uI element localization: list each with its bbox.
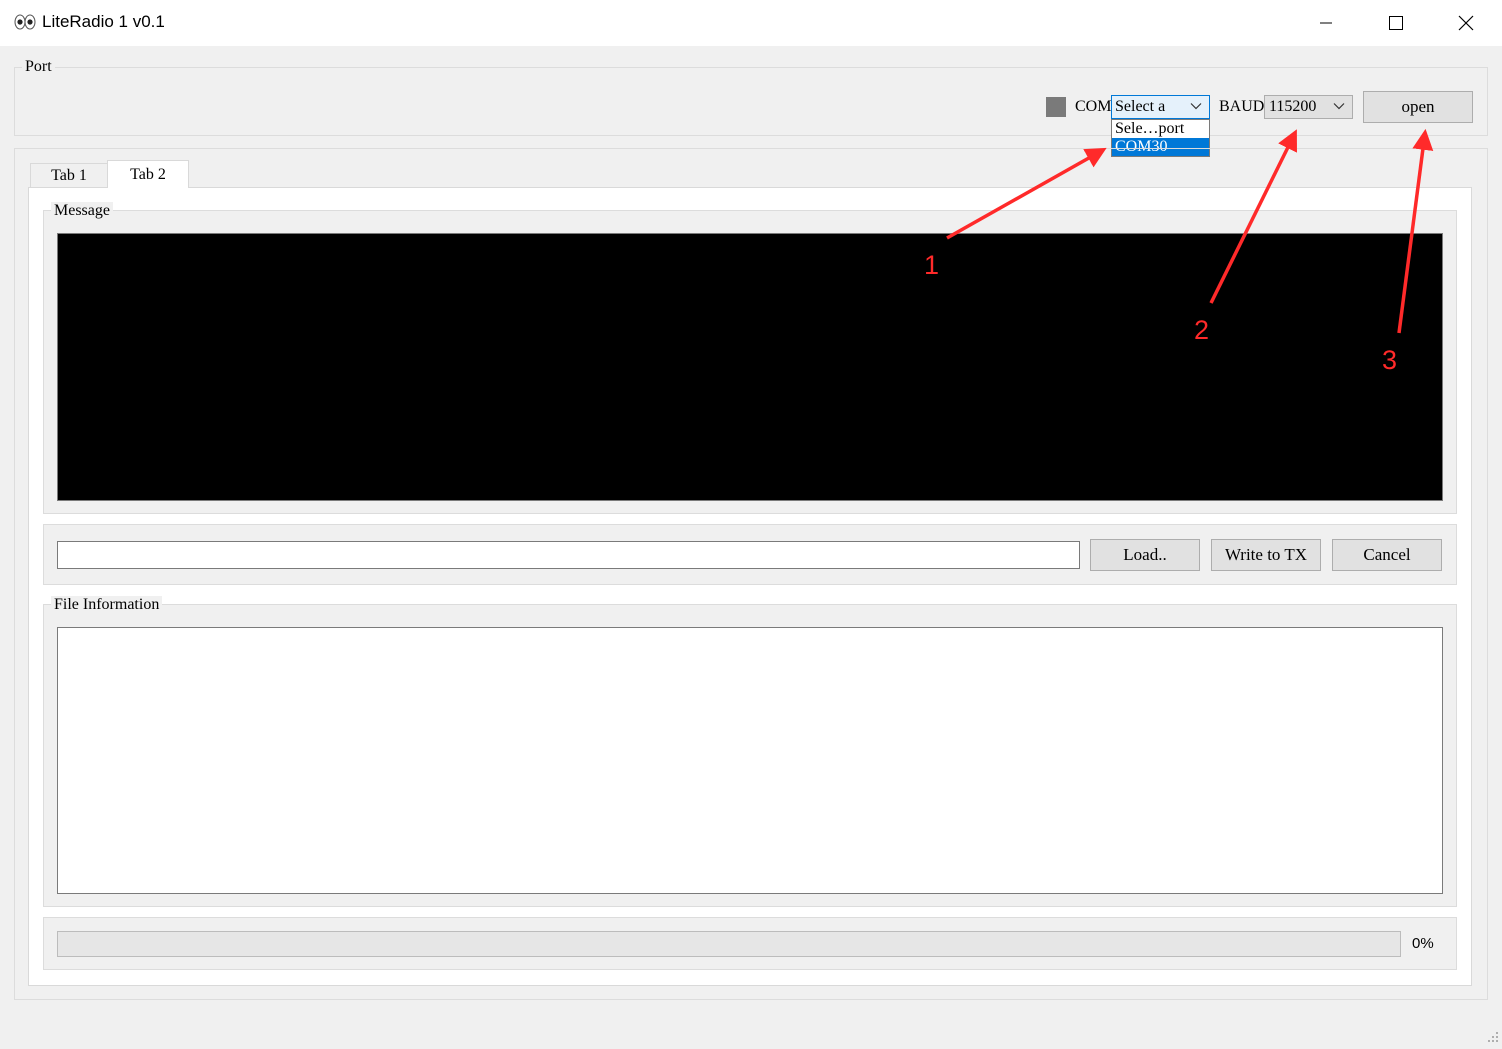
write-to-tx-button[interactable]: Write to TX [1211,539,1321,571]
file-information-group-title: File Information [51,596,163,614]
open-port-button[interactable]: open [1363,91,1473,123]
com-port-option[interactable]: Sele…port [1112,120,1209,138]
chevron-down-icon [1190,103,1202,110]
connection-status-indicator [1046,97,1066,117]
progress-percent-label: 0% [1412,935,1434,952]
title-bar [0,0,1502,46]
message-group-title: Message [51,202,113,220]
minimize-icon [1320,22,1332,24]
cancel-button[interactable]: Cancel [1332,539,1442,571]
load-file-button[interactable]: Load.. [1090,539,1200,571]
app-logo-icon [14,13,36,33]
baud-rate-selected-value: 115200 [1269,98,1317,115]
annotation-label-3: 3 [1382,345,1398,375]
tab-1[interactable]: Tab 1 [30,163,108,187]
close-icon [1458,15,1474,31]
file-path-input[interactable] [57,541,1080,569]
com-label: COM [1075,98,1112,115]
progress-bar [57,931,1401,957]
port-group-title: Port [22,58,55,76]
resize-grip-icon[interactable] [1486,1030,1500,1044]
tab-2[interactable]: Tab 2 [107,160,189,188]
window-title: LiteRadio 1 v0.1 [42,12,165,31]
com-port-selected-value: Select a [1115,98,1166,115]
message-console[interactable] [57,233,1443,501]
close-button[interactable] [1431,0,1501,46]
baud-rate-select[interactable]: 115200 [1264,95,1353,119]
annotation-label-2: 2 [1194,315,1210,345]
maximize-icon [1389,16,1403,30]
minimize-button[interactable] [1291,0,1361,46]
annotation-label-1: 1 [924,250,940,280]
file-information-text-area[interactable] [57,627,1443,894]
maximize-button[interactable] [1361,0,1431,46]
baud-label: BAUD [1219,98,1265,115]
com-port-select[interactable]: Select a [1111,95,1210,119]
chevron-down-icon [1333,103,1345,110]
